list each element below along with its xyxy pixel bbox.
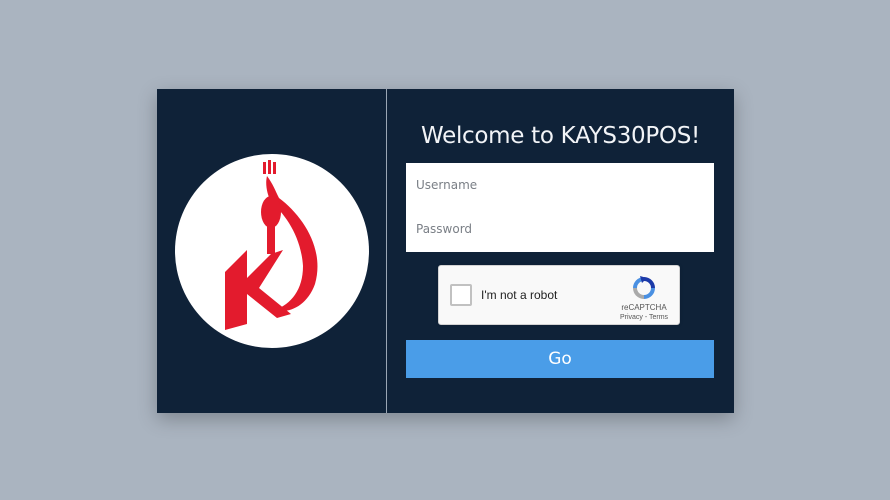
go-button[interactable]: Go xyxy=(406,340,714,378)
login-card: Welcome to KAYS30POS! I'm not a robot re… xyxy=(157,89,734,413)
page-title: Welcome to KAYS30POS! xyxy=(421,123,700,149)
captcha-brand: reCAPTCHA xyxy=(621,303,667,312)
captcha-label: I'm not a robot xyxy=(481,288,558,302)
recaptcha-widget: I'm not a robot reCAPTCHA Privacy - Term… xyxy=(438,265,680,325)
logo-icon xyxy=(175,154,369,348)
credentials-form xyxy=(406,163,714,252)
recaptcha-icon xyxy=(633,276,655,299)
username-input[interactable] xyxy=(406,163,714,207)
captcha-checkbox[interactable] xyxy=(450,284,472,306)
captcha-links: Privacy - Terms xyxy=(619,314,669,321)
login-panel: Welcome to KAYS30POS! I'm not a robot re… xyxy=(387,89,734,413)
logo-panel xyxy=(157,89,387,413)
terms-link[interactable]: Terms xyxy=(649,314,668,321)
kays30-logo-icon xyxy=(225,160,318,330)
password-input[interactable] xyxy=(406,207,714,251)
privacy-link[interactable]: Privacy xyxy=(620,314,643,321)
captcha-branding: reCAPTCHA Privacy - Terms xyxy=(619,274,669,321)
